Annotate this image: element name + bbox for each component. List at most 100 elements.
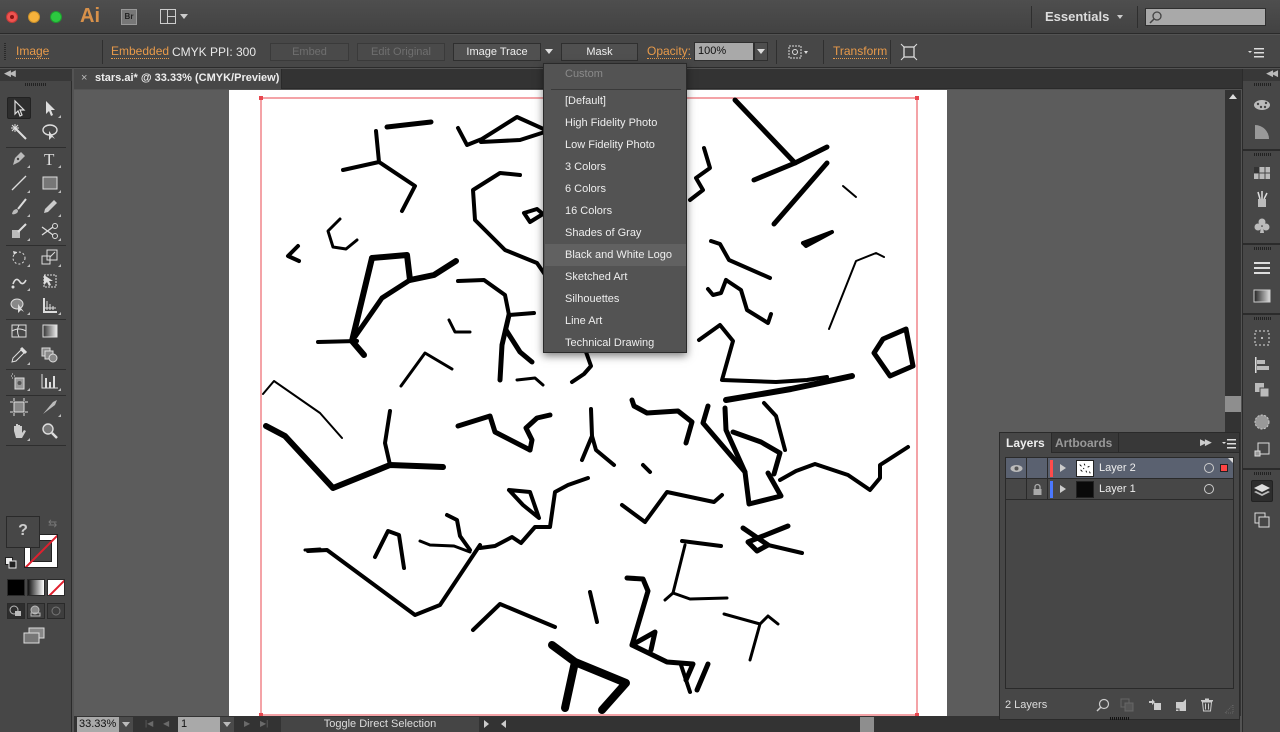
lock-toggle[interactable] bbox=[1027, 458, 1048, 479]
layer-row[interactable]: Layer 2 bbox=[1006, 458, 1233, 479]
mask-button[interactable]: Mask bbox=[561, 43, 638, 61]
color-panel-button[interactable] bbox=[1251, 93, 1273, 115]
expand-panel-icon[interactable]: ▶▶ bbox=[1200, 437, 1212, 448]
lasso-tool[interactable] bbox=[38, 121, 62, 143]
help-search-input[interactable] bbox=[1145, 8, 1266, 26]
zoom-level-input[interactable]: 33.33% bbox=[77, 717, 119, 732]
blob-brush-tool[interactable] bbox=[7, 220, 31, 242]
opacity-input[interactable]: 100% bbox=[694, 42, 754, 61]
horizontal-scroll-thumb[interactable] bbox=[860, 717, 874, 732]
expand-layer-icon[interactable] bbox=[1060, 485, 1066, 493]
collapse-icon[interactable]: ◀◀ bbox=[4, 68, 16, 79]
scroll-up-arrow-icon[interactable] bbox=[1229, 94, 1237, 99]
gradient-mode-button[interactable] bbox=[27, 579, 45, 596]
minimize-window-button[interactable] bbox=[28, 11, 40, 23]
last-artboard-icon[interactable]: ▶| bbox=[260, 719, 268, 728]
menu-item-preset[interactable]: 6 Colors bbox=[545, 178, 686, 200]
locate-object-icon[interactable] bbox=[1096, 698, 1110, 712]
menu-item-preset[interactable]: Technical Drawing bbox=[545, 332, 686, 354]
menu-item-preset[interactable]: 3 Colors bbox=[545, 156, 686, 178]
column-graph-tool[interactable] bbox=[38, 370, 62, 392]
color-mode-button[interactable] bbox=[7, 579, 25, 596]
symbols-panel-button[interactable] bbox=[1251, 215, 1273, 237]
stroke-panel-button[interactable] bbox=[1251, 257, 1273, 279]
status-menu-arrow-icon[interactable] bbox=[484, 720, 489, 728]
selection-tool[interactable] bbox=[7, 97, 31, 119]
edit-original-button[interactable]: Edit Original bbox=[357, 43, 445, 61]
previous-artboard-icon[interactable]: ◀ bbox=[163, 719, 169, 728]
artboard-tool[interactable] bbox=[7, 396, 31, 418]
dock-header[interactable]: ◀◀ bbox=[1243, 68, 1280, 81]
color-guide-panel-button[interactable] bbox=[1251, 121, 1273, 143]
target-circle-icon[interactable] bbox=[1204, 484, 1214, 494]
document-tab[interactable]: × stars.ai* @ 33.33% (CMYK/Preview) bbox=[74, 69, 282, 89]
zoom-tool[interactable] bbox=[38, 420, 62, 442]
opacity-dropdown[interactable] bbox=[754, 42, 768, 61]
draw-normal-button[interactable] bbox=[7, 603, 25, 619]
transform-link[interactable]: Transform bbox=[833, 45, 888, 59]
image-trace-button[interactable]: Image Trace bbox=[453, 43, 541, 61]
close-tab-icon[interactable]: × bbox=[81, 72, 87, 84]
menu-item-preset[interactable]: [Default] bbox=[545, 90, 686, 112]
menu-item-preset[interactable]: Silhouettes bbox=[545, 288, 686, 310]
chevron-down-icon[interactable] bbox=[1117, 15, 1123, 19]
none-mode-button[interactable] bbox=[47, 579, 65, 596]
panel-grip[interactable] bbox=[4, 43, 6, 61]
opacity-link[interactable]: Opacity: bbox=[647, 45, 692, 59]
panel-grip[interactable] bbox=[1254, 153, 1272, 156]
menu-item-preset[interactable]: Shades of Gray bbox=[545, 222, 686, 244]
type-tool[interactable]: T bbox=[38, 147, 62, 169]
trash-icon[interactable] bbox=[1200, 698, 1214, 712]
rotate-tool[interactable] bbox=[7, 246, 31, 268]
scissors-tool[interactable] bbox=[38, 220, 62, 242]
object-type-link[interactable]: Image bbox=[16, 45, 50, 59]
lock-toggle[interactable] bbox=[1027, 479, 1048, 500]
line-segment-tool[interactable] bbox=[7, 172, 31, 194]
maximize-window-button[interactable] bbox=[50, 11, 62, 23]
next-artboard-icon[interactable]: ▶ bbox=[244, 719, 250, 728]
layer-name[interactable]: Layer 1 bbox=[1099, 483, 1136, 495]
screen-mode-icon[interactable] bbox=[22, 627, 46, 645]
tools-panel-header[interactable]: ◀◀ bbox=[0, 68, 72, 81]
panel-grip[interactable] bbox=[1254, 317, 1272, 320]
artboards-panel-button[interactable] bbox=[1251, 439, 1273, 461]
shape-builder-tool[interactable] bbox=[7, 294, 31, 316]
layer-name[interactable]: Layer 2 bbox=[1099, 462, 1136, 474]
swatches-panel-button[interactable] bbox=[1251, 162, 1273, 184]
isolate-object-icon[interactable] bbox=[900, 43, 918, 61]
expand-layer-icon[interactable] bbox=[1060, 464, 1066, 472]
scale-tool[interactable] bbox=[38, 246, 62, 268]
slice-tool[interactable] bbox=[38, 396, 62, 418]
embed-button[interactable]: Embed bbox=[270, 43, 349, 61]
scroll-left-arrow-icon[interactable] bbox=[501, 720, 506, 728]
menu-item-preset[interactable]: 16 Colors bbox=[545, 200, 686, 222]
bounding-box-handle[interactable] bbox=[915, 96, 919, 100]
visibility-toggle[interactable] bbox=[1006, 479, 1027, 500]
embedded-link[interactable]: Embedded bbox=[111, 45, 170, 59]
free-transform-tool[interactable] bbox=[38, 270, 62, 292]
menu-item-preset[interactable]: Sketched Art bbox=[545, 266, 686, 288]
bounding-box-handle[interactable] bbox=[259, 96, 263, 100]
panel-menu-icon[interactable] bbox=[1248, 48, 1264, 58]
warp-tool[interactable] bbox=[7, 270, 31, 292]
visibility-toggle[interactable] bbox=[1006, 458, 1027, 479]
pencil-tool[interactable] bbox=[38, 196, 62, 218]
tab-artboards[interactable]: Artboards bbox=[1049, 433, 1120, 453]
image-trace-presets-dropdown[interactable] bbox=[542, 43, 556, 61]
eyedropper-tool[interactable] bbox=[7, 344, 31, 366]
resize-grip-icon[interactable] bbox=[1224, 704, 1234, 714]
swap-fill-stroke-icon[interactable]: ⇆ bbox=[48, 517, 57, 530]
panel-grip[interactable] bbox=[1254, 472, 1272, 475]
arrange-documents-button[interactable] bbox=[160, 9, 188, 25]
vertical-scroll-thumb[interactable] bbox=[1225, 396, 1241, 412]
artboard-number-dropdown[interactable] bbox=[220, 717, 234, 732]
target-circle-icon[interactable] bbox=[1204, 463, 1214, 473]
rectangle-tool[interactable] bbox=[38, 172, 62, 194]
create-new-layer-icon[interactable] bbox=[1174, 698, 1188, 712]
paintbrush-tool[interactable] bbox=[7, 196, 31, 218]
zoom-level-dropdown[interactable] bbox=[119, 717, 133, 732]
symbol-sprayer-tool[interactable] bbox=[7, 370, 31, 392]
pen-tool[interactable] bbox=[7, 147, 31, 169]
panel-grip[interactable] bbox=[25, 83, 47, 86]
blend-tool[interactable] bbox=[38, 344, 62, 366]
